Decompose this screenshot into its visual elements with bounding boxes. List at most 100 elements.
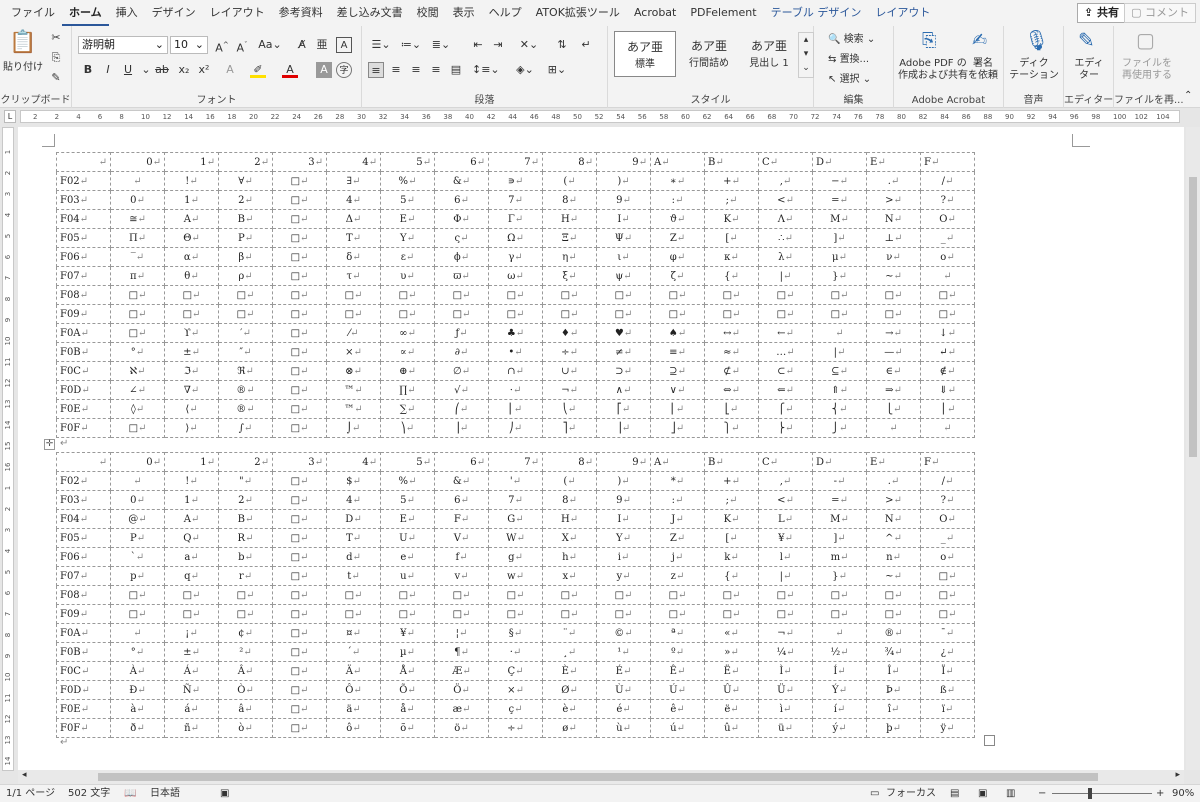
char-cell[interactable]: %↵ <box>380 471 435 491</box>
char-cell[interactable]: □↵ <box>596 585 651 605</box>
char-cell[interactable]: □↵ <box>488 585 543 605</box>
char-cell[interactable]: T↵ <box>326 528 381 548</box>
char-cell[interactable]: ∠↵ <box>110 380 165 400</box>
char-cell[interactable]: `↵ <box>110 547 165 567</box>
char-cell[interactable]: K↵ <box>704 509 759 529</box>
column-header-cell[interactable]: 4↵ <box>326 452 381 472</box>
char-cell[interactable]: □↵ <box>218 585 273 605</box>
char-cell[interactable]: β↵ <box>218 247 273 267</box>
char-cell[interactable]: µ↵ <box>380 642 435 662</box>
char-cell[interactable]: =↵ <box>812 490 867 510</box>
char-cell[interactable]: >↵ <box>866 490 921 510</box>
char-cell[interactable]: à↵ <box>110 699 165 719</box>
italic-icon[interactable]: I <box>100 62 116 78</box>
column-header-cell[interactable]: A↵ <box>650 452 705 472</box>
char-cell[interactable]: □↵ <box>164 585 219 605</box>
char-cell[interactable]: ⊆↵ <box>812 361 867 381</box>
char-cell[interactable]: ü↵ <box>758 718 813 738</box>
char-cell[interactable]: ¼↵ <box>758 642 813 662</box>
char-cell[interactable]: □↵ <box>272 361 327 381</box>
char-cell[interactable]: G↵ <box>488 509 543 529</box>
cut-icon[interactable]: ✂ <box>48 30 64 46</box>
char-cell[interactable]: □↵ <box>380 585 435 605</box>
char-cell[interactable]: □↵ <box>704 585 759 605</box>
char-cell[interactable]: □↵ <box>326 585 381 605</box>
char-cell[interactable]: ⎨↵ <box>812 399 867 419</box>
char-cell[interactable]: V↵ <box>434 528 489 548</box>
row-header-cell[interactable]: F07↵ <box>56 266 111 286</box>
char-cell[interactable]: ]↵ <box>812 228 867 248</box>
char-cell[interactable]: ξ↵ <box>542 266 597 286</box>
char-cell[interactable]: !↵ <box>164 471 219 491</box>
increase-indent-icon[interactable]: ⇥ <box>490 37 506 53</box>
char-cell[interactable]: ←↵ <box>758 323 813 343</box>
char-cell[interactable]: ↵ <box>110 471 165 491</box>
char-cell[interactable]: ∑↵ <box>380 399 435 419</box>
char-cell[interactable]: ð↵ <box>110 718 165 738</box>
char-cell[interactable]: □↵ <box>812 604 867 624</box>
tab-4[interactable]: レイアウト <box>203 0 272 26</box>
char-cell[interactable]: ¬↵ <box>542 380 597 400</box>
zoom-slider[interactable] <box>1052 793 1152 794</box>
char-cell[interactable]: <↵ <box>758 490 813 510</box>
word-count[interactable]: 502 文字 <box>68 785 110 802</box>
char-cell[interactable]: □↵ <box>164 285 219 305</box>
char-cell[interactable]: λ↵ <box>758 247 813 267</box>
char-cell[interactable]: &↵ <box>434 171 489 191</box>
column-header-cell[interactable]: D↵ <box>812 152 867 172</box>
char-cell[interactable]: Ζ↵ <box>650 228 705 248</box>
column-header-cell[interactable]: A↵ <box>650 152 705 172</box>
char-cell[interactable]: Y↵ <box>596 528 651 548</box>
char-cell[interactable]: Ñ↵ <box>164 680 219 700</box>
char-shading-icon[interactable]: A <box>316 62 332 78</box>
char-cell[interactable]: ²↵ <box>218 642 273 662</box>
tab-12[interactable]: PDFelement <box>683 0 763 26</box>
char-cell[interactable]: □↵ <box>650 285 705 305</box>
char-cell[interactable]: º↵ <box>650 642 705 662</box>
char-cell[interactable]: □↵ <box>542 585 597 605</box>
char-cell[interactable]: □↵ <box>758 285 813 305</box>
char-cell[interactable]: Ö↵ <box>434 680 489 700</box>
char-cell[interactable]: /↵ <box>920 171 975 191</box>
change-case-icon[interactable]: Aa⌄ <box>258 37 282 53</box>
column-header-cell[interactable]: C↵ <box>758 152 813 172</box>
char-cell[interactable]: í↵ <box>812 699 867 719</box>
char-cell[interactable]: ♣↵ <box>488 323 543 343</box>
char-cell[interactable]: ⊗↵ <box>326 361 381 381</box>
char-cell[interactable]: ∂↵ <box>434 342 489 362</box>
char-cell[interactable]: _↵ <box>920 528 975 548</box>
scroll-left-icon[interactable]: ◂ <box>22 770 27 780</box>
char-cell[interactable]: 5↵ <box>380 190 435 210</box>
char-cell[interactable]: □↵ <box>110 418 165 438</box>
char-cell[interactable]: ∅↵ <box>434 361 489 381</box>
char-cell[interactable]: 9↵ <box>596 190 651 210</box>
char-cell[interactable]: ⟨↵ <box>164 399 219 419</box>
char-cell[interactable]: ¶↵ <box>434 642 489 662</box>
char-cell[interactable]: □↵ <box>488 604 543 624</box>
char-cell[interactable]: Υ↵ <box>380 228 435 248</box>
char-cell[interactable]: n↵ <box>866 547 921 567</box>
style-no-spacing[interactable]: あア亜 行間詰め <box>678 31 740 77</box>
char-cell[interactable]: ι↵ <box>596 247 651 267</box>
char-cell[interactable]: Þ↵ <box>866 680 921 700</box>
char-cell[interactable]: Λ↵ <box>758 209 813 229</box>
char-cell[interactable]: □↵ <box>272 228 327 248</box>
char-cell[interactable]: ¸↵ <box>542 642 597 662</box>
multilevel-list-icon[interactable]: ≣⌄ <box>428 37 454 53</box>
font-name-select[interactable]: 游明朝 ⌄ <box>78 36 168 54</box>
char-cell[interactable]: ℑ↵ <box>164 361 219 381</box>
char-cell[interactable]: Ð↵ <box>110 680 165 700</box>
char-cell[interactable]: ¯↵ <box>920 623 975 643</box>
char-cell[interactable]: □↵ <box>110 285 165 305</box>
char-cell[interactable]: Ý↵ <box>812 680 867 700</box>
char-cell[interactable]: ◊↵ <box>110 399 165 419</box>
header-corner-cell[interactable]: ↵ <box>56 452 111 472</box>
char-cell[interactable]: ÿ↵ <box>920 718 975 738</box>
char-cell[interactable]: □↵ <box>272 471 327 491</box>
column-header-cell[interactable]: 3↵ <box>272 152 327 172</box>
char-cell[interactable]: □↵ <box>272 680 327 700</box>
char-cell[interactable]: ↵ <box>812 323 867 343</box>
char-cell[interactable]: Ù↵ <box>596 680 651 700</box>
char-cell[interactable]: .↵ <box>866 471 921 491</box>
paste-icon[interactable]: 📋 <box>6 30 40 55</box>
